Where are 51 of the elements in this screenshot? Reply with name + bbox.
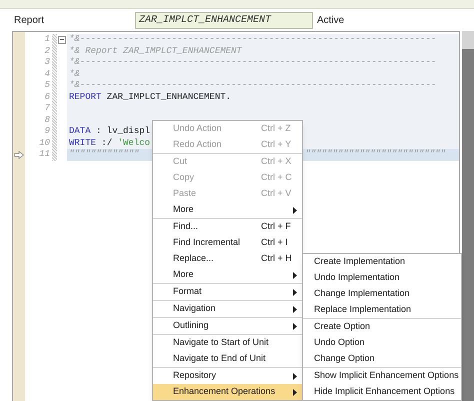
menu-item[interactable]: Find Incremental Ctrl + I bbox=[153, 235, 302, 251]
line-number: 2 bbox=[44, 44, 50, 58]
menu-item[interactable]: Replace Implementation bbox=[303, 302, 461, 318]
line-number: 1 bbox=[44, 33, 50, 46]
menu-item[interactable]: Show Implicit Enhancement Options bbox=[303, 368, 461, 384]
code-text: 'Welco bbox=[118, 138, 150, 149]
menu-item[interactable]: Find... Ctrl + F bbox=[153, 219, 302, 235]
code-text: DATA bbox=[69, 126, 91, 138]
menu-item[interactable]: Create Implementation bbox=[303, 254, 461, 270]
code-text: *& Report ZAR_IMPLCT_ENHANCEMENT bbox=[69, 46, 242, 57]
code-text: :/ bbox=[100, 138, 114, 149]
menu-item[interactable]: Navigation bbox=[153, 301, 302, 317]
code-text: *&------------------------------------------------------------------ bbox=[69, 57, 436, 68]
collapse-icon[interactable] bbox=[58, 36, 66, 44]
menu-item[interactable]: Undo Option bbox=[303, 335, 461, 351]
code-text: *&------------------------------------------------------------------ bbox=[69, 80, 436, 92]
menu-item[interactable]: Format bbox=[153, 284, 302, 300]
line-number: 7 bbox=[44, 102, 50, 115]
menu-item[interactable]: Change Implementation bbox=[303, 286, 461, 302]
menu-item[interactable]: Enhancement Operations bbox=[153, 384, 302, 400]
menu-item[interactable]: Navigate to Start of Unit bbox=[153, 335, 302, 351]
report-label: Report bbox=[14, 14, 46, 28]
program-name-field[interactable]: ZAR_IMPLCT_ENHANCEMENT bbox=[135, 12, 313, 28]
status-text: Active bbox=[317, 14, 344, 28]
line-number: 9 bbox=[44, 125, 50, 138]
menu-item[interactable]: Create Option bbox=[303, 319, 461, 335]
code-text: """"""""""""" bbox=[69, 149, 140, 160]
menu-item[interactable]: Hide Implicit Enhancement Options bbox=[303, 384, 461, 400]
menu-item[interactable]: Outlining bbox=[153, 318, 302, 334]
menu-item[interactable]: More bbox=[153, 202, 302, 218]
code-text: *& bbox=[69, 68, 80, 80]
code-text: REPORT bbox=[69, 92, 102, 103]
code-text: : lv_displ bbox=[95, 126, 150, 138]
menu-item[interactable]: Change Option bbox=[303, 351, 461, 367]
menu-item[interactable]: Undo Implementation bbox=[303, 270, 461, 286]
code-text: *&------------------------------------------------------------------ bbox=[69, 34, 436, 46]
line-number: 6 bbox=[44, 90, 50, 104]
code-text: """""""""""""""""""""""""" bbox=[305, 149, 446, 160]
menu-item[interactable]: Replace... Ctrl + H bbox=[153, 251, 302, 267]
menu-item[interactable]: Repository bbox=[153, 368, 302, 384]
line-number: 11 bbox=[39, 148, 50, 161]
line-number: 5 bbox=[44, 79, 50, 92]
menu-item[interactable]: Navigate to End of Unit bbox=[153, 351, 302, 367]
line-number: 3 bbox=[44, 56, 50, 69]
line-number: 4 bbox=[44, 68, 50, 80]
scrollbar[interactable] bbox=[462, 31, 474, 401]
line-number: 10 bbox=[39, 136, 50, 150]
menu-item[interactable]: More bbox=[153, 267, 302, 283]
line-number: 8 bbox=[44, 114, 50, 126]
code-text: WRITE bbox=[69, 138, 96, 149]
code-text: ZAR_IMPLCT_ENHANCEMENT. bbox=[106, 92, 232, 103]
